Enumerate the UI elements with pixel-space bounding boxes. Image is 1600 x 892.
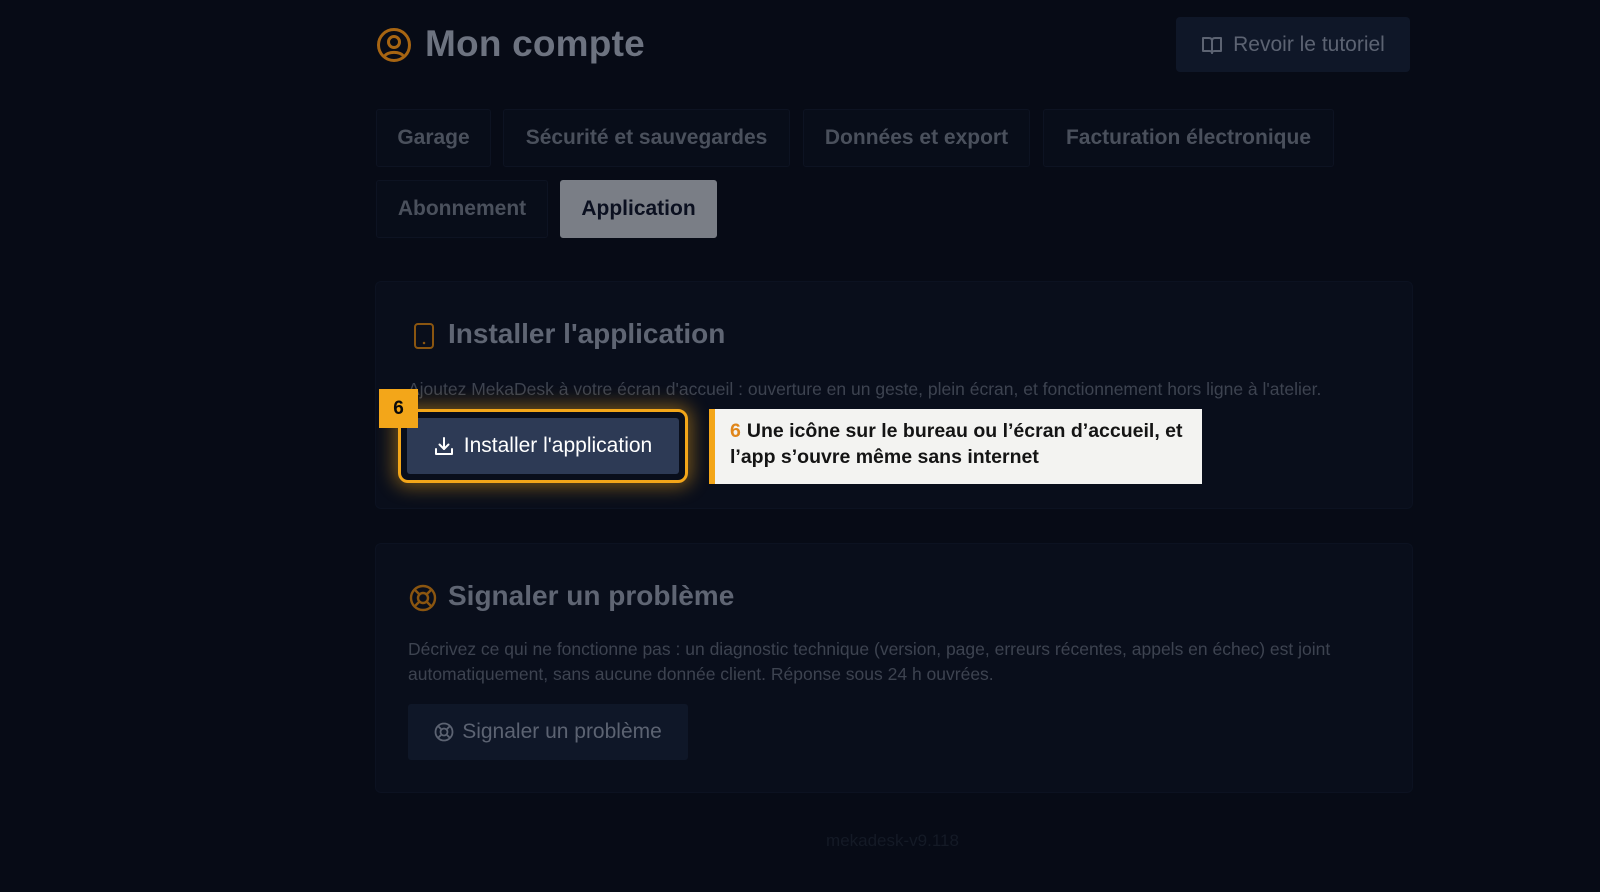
book-open-icon bbox=[1201, 34, 1223, 56]
tooltip-step-number: 6 bbox=[730, 420, 741, 442]
card-title: Installer l'application bbox=[448, 318, 726, 349]
lifebuoy-icon bbox=[434, 722, 454, 742]
page-title: Mon compte bbox=[425, 23, 645, 64]
tab-donnees[interactable]: Données et export bbox=[803, 109, 1030, 167]
smartphone-icon bbox=[413, 322, 435, 350]
tab-label: Sécurité et sauvegardes bbox=[525, 126, 768, 149]
card-title: Signaler un problème bbox=[448, 580, 735, 611]
step-badge: 6 bbox=[379, 389, 418, 428]
report-problem-button[interactable]: Signaler un problème bbox=[408, 704, 688, 760]
tab-label: Application bbox=[581, 197, 696, 220]
tab-label: Données et export bbox=[824, 126, 1009, 149]
lifebuoy-icon bbox=[409, 584, 437, 612]
tab-abonnement[interactable]: Abonnement bbox=[376, 180, 548, 238]
tab-facturation[interactable]: Facturation électronique bbox=[1043, 109, 1334, 167]
user-circle-icon bbox=[376, 27, 412, 63]
tab-garage[interactable]: Garage bbox=[376, 109, 491, 167]
tab-securite[interactable]: Sécurité et sauvegardes bbox=[503, 109, 790, 167]
tutorial-button[interactable]: Revoir le tutoriel bbox=[1176, 17, 1410, 72]
download-icon bbox=[434, 436, 454, 456]
install-button-label: Installer l'application bbox=[463, 434, 653, 457]
version-label: mekadesk-v9.118 bbox=[826, 831, 959, 850]
card-description: Décrivez ce qui ne fonctionne pas : un d… bbox=[408, 639, 1331, 684]
install-app-button[interactable]: Installer l'application bbox=[407, 418, 679, 474]
tutorial-tooltip: 6 Une icône sur le bureau ou l’écran d’ac… bbox=[709, 409, 1202, 484]
report-button-label: Signaler un problème bbox=[462, 720, 662, 743]
tab-label: Abonnement bbox=[397, 197, 527, 220]
tooltip-text: Une icône sur le bureau ou l’écran d’acc… bbox=[730, 420, 1183, 468]
tab-application[interactable]: Application bbox=[560, 180, 717, 238]
tab-label: Garage bbox=[397, 126, 470, 149]
tab-label: Facturation électronique bbox=[1065, 126, 1312, 149]
tutorial-button-label: Revoir le tutoriel bbox=[1233, 32, 1385, 56]
card-description: Ajoutez MekaDesk à votre écran d'accueil… bbox=[408, 379, 1322, 399]
